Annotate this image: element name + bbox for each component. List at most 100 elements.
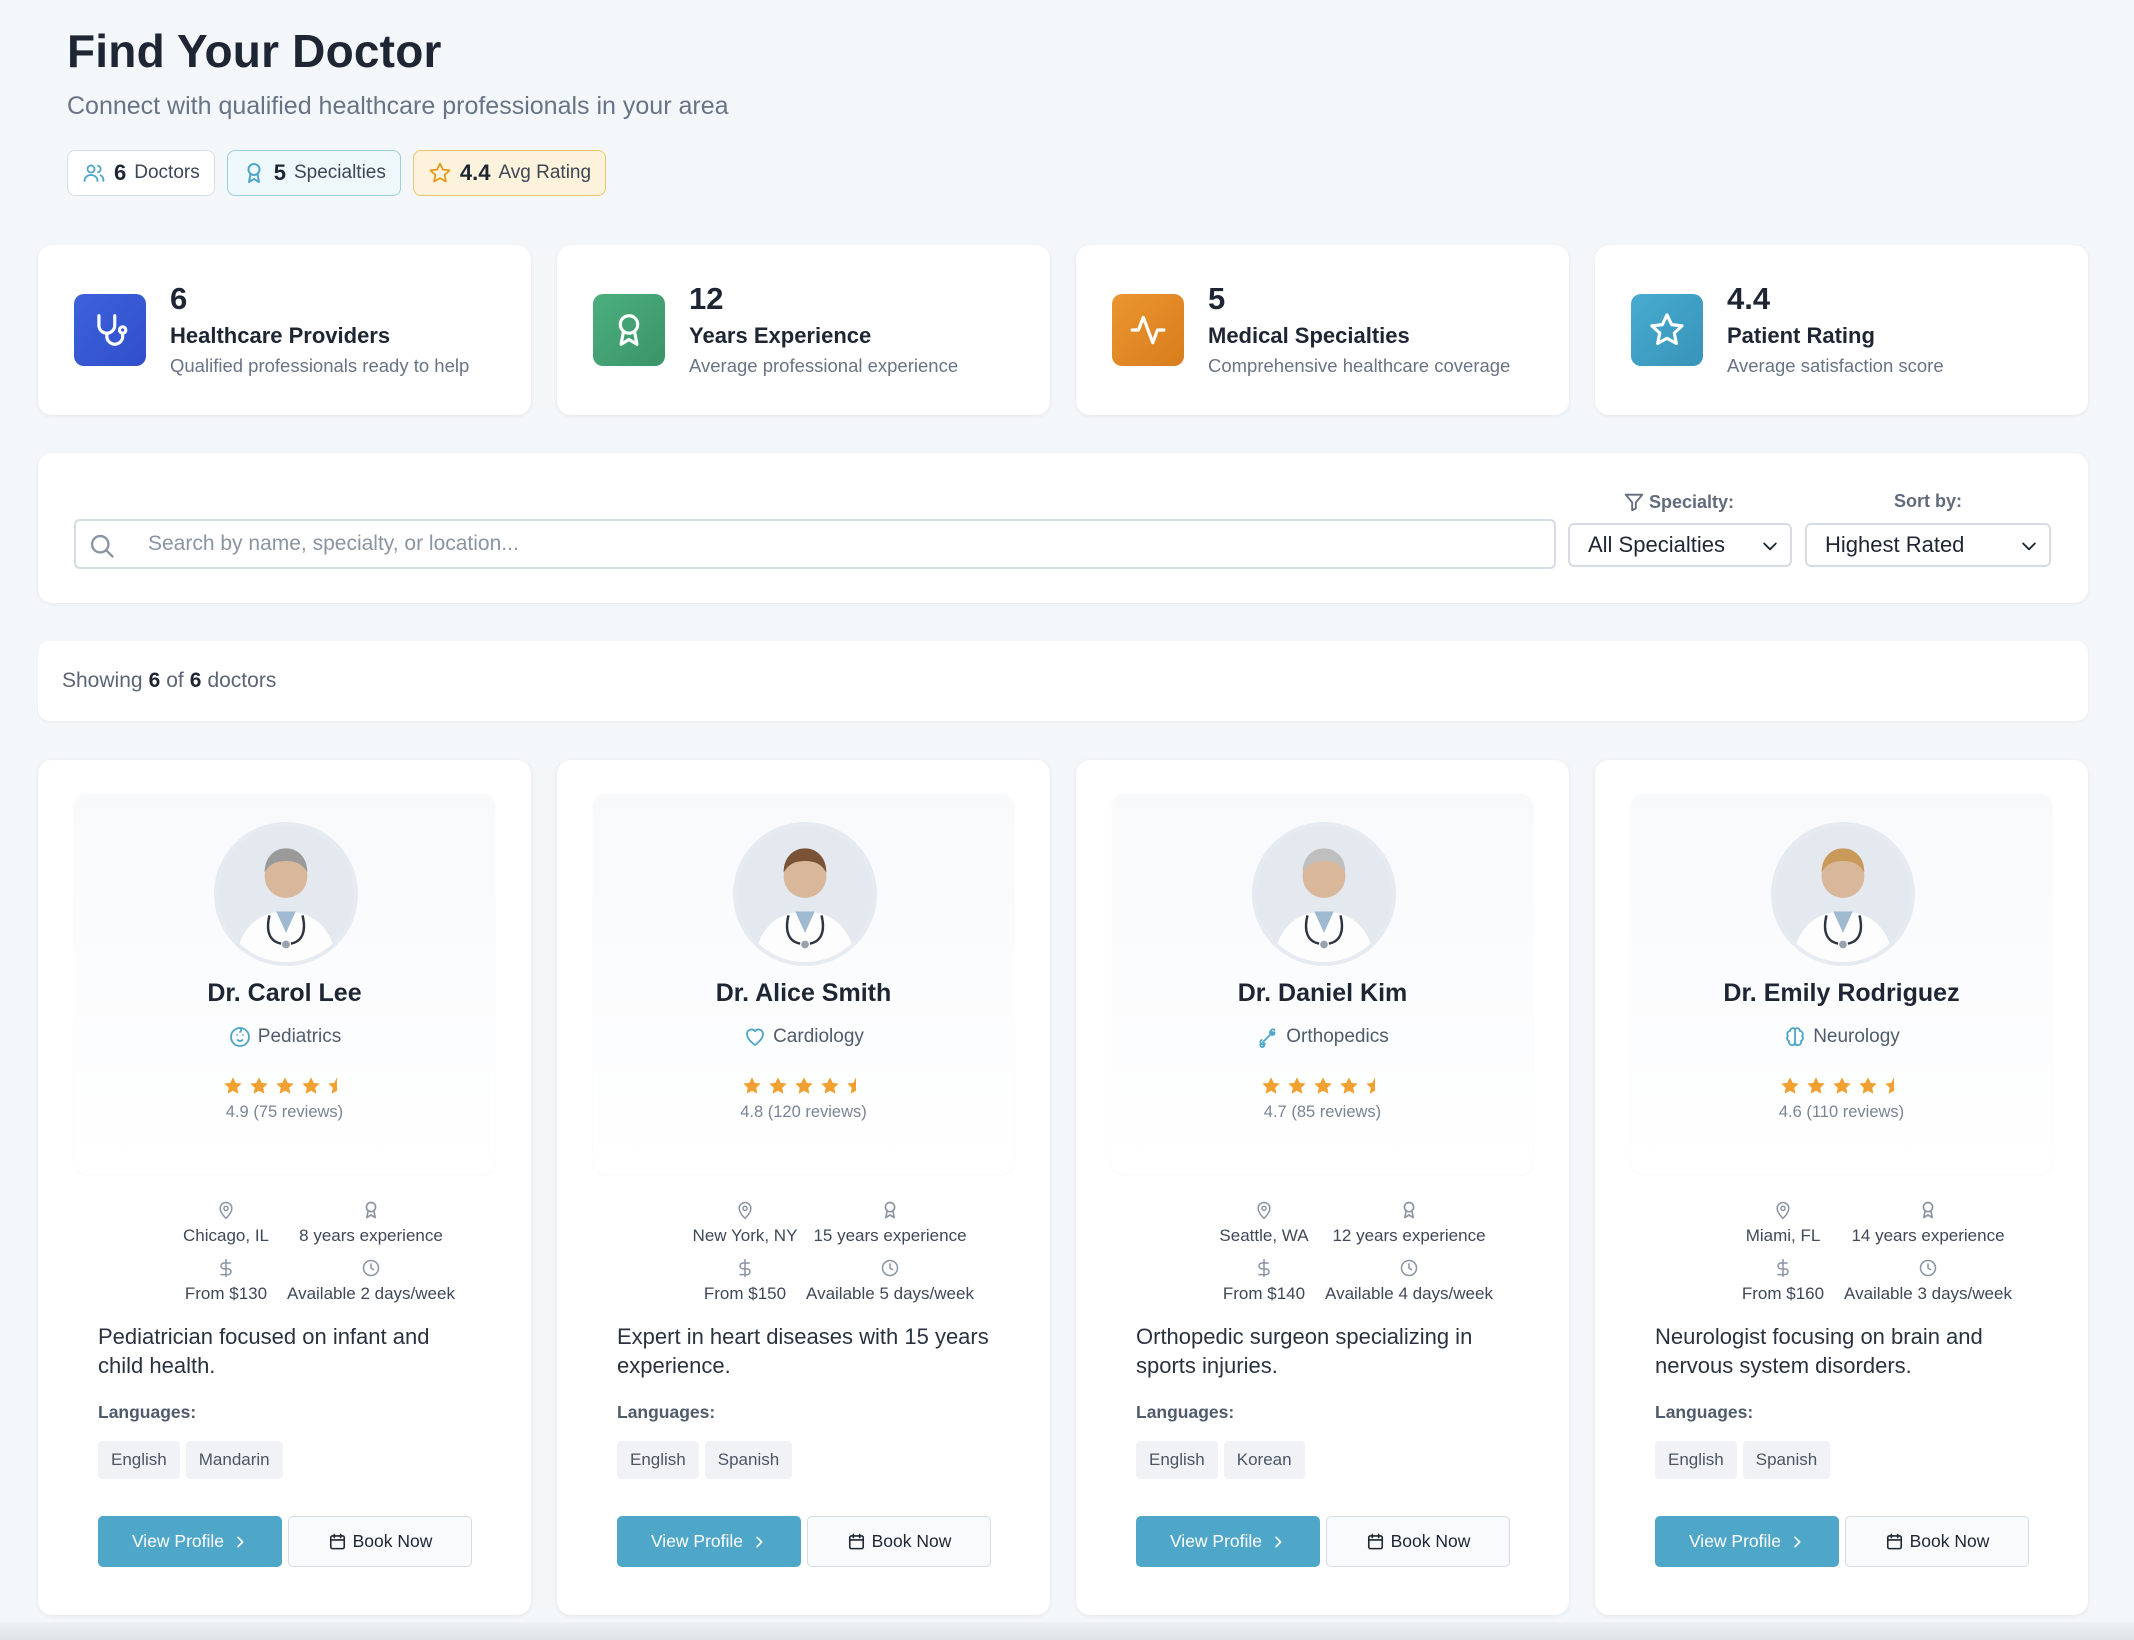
- rating-text: 4.6 (110 reviews): [1778, 1103, 1905, 1121]
- chevron-down-icon: [1760, 536, 1780, 556]
- doctor-photo: [1256, 826, 1392, 962]
- doctor-specialty: Neurology: [1595, 1025, 2088, 1049]
- chevron-right-icon: [751, 1534, 767, 1550]
- users-icon: [83, 164, 105, 182]
- book-now-button[interactable]: Book Now: [1845, 1516, 2029, 1567]
- doctor-specialty: Pediatrics: [38, 1025, 531, 1049]
- rating-text: 4.8 (120 reviews): [740, 1103, 867, 1121]
- sort-select-value: Highest Rated: [1825, 532, 1965, 557]
- view-profile-button[interactable]: View Profile: [617, 1516, 801, 1567]
- stethoscope-icon: [97, 314, 128, 346]
- doctor-avatar: [733, 822, 877, 966]
- star-icon: [1779, 1075, 1801, 1097]
- stat-card-experience: 12 Years Experience Average professional…: [557, 245, 1050, 415]
- book-now-button[interactable]: Book Now: [1326, 1516, 1510, 1567]
- languages-label: Languages:: [1655, 1402, 1754, 1422]
- dollar-icon: [216, 1258, 236, 1278]
- doctor-card: Dr. Carol Lee Pediatrics 4.9 (75 reviews…: [38, 760, 531, 1615]
- specialty-select[interactable]: All Specialties: [1568, 523, 1792, 567]
- sort-label: Sort by:: [1894, 491, 1963, 511]
- calendar-icon: [328, 1532, 347, 1551]
- view-profile-button[interactable]: View Profile: [98, 1516, 282, 1567]
- stat-desc: Average satisfaction score: [1727, 355, 1944, 376]
- stat-label: Healthcare Providers: [170, 323, 391, 348]
- chevron-right-icon: [1789, 1534, 1805, 1550]
- view-profile-button[interactable]: View Profile: [1655, 1516, 1839, 1567]
- stats-row: 6 Healthcare Providers Qualified profess…: [38, 245, 2088, 415]
- star-icon: [819, 1075, 841, 1097]
- book-now-button[interactable]: Book Now: [807, 1516, 991, 1567]
- heart-icon: [746, 1028, 764, 1046]
- languages-label: Languages:: [98, 1402, 197, 1422]
- search-box[interactable]: [74, 519, 1556, 569]
- clock-icon: [1399, 1258, 1419, 1278]
- star-half-icon: [326, 1075, 348, 1097]
- doctor-description: Neurologist focusing on brain and nervou…: [1655, 1324, 1983, 1378]
- doctor-avatar: [1252, 822, 1396, 966]
- stat-label: Medical Specialties: [1208, 323, 1410, 348]
- star-icon: [300, 1075, 322, 1097]
- book-now-button[interactable]: Book Now: [288, 1516, 472, 1567]
- baby-icon: [229, 1027, 250, 1047]
- doctor-experience: 14 years experience: [1833, 1200, 2023, 1246]
- doctor-specialty: Cardiology: [557, 1025, 1050, 1049]
- doctor-description: Orthopedic surgeon specializing in sport…: [1136, 1324, 1473, 1378]
- language-tag: English: [1655, 1441, 1737, 1479]
- doctor-experience: 12 years experience: [1314, 1200, 1504, 1246]
- award-icon: [242, 161, 266, 185]
- doctor-photo: [1775, 826, 1911, 962]
- specialty-filter-label: Specialty:: [1623, 491, 1734, 513]
- doctor-specialty: Orthopedics: [1076, 1025, 1569, 1049]
- languages-list: English Spanish: [1655, 1441, 1831, 1479]
- doctor-name: Dr. Carol Lee: [207, 979, 362, 1007]
- language-tag: Korean: [1223, 1441, 1305, 1479]
- doctor-description: Pediatrician focused on infant and child…: [98, 1324, 430, 1378]
- doctor-avatar: [214, 822, 358, 966]
- language-tag: Spanish: [704, 1441, 793, 1479]
- language-tag: English: [98, 1441, 180, 1479]
- star-icon: [1338, 1075, 1360, 1097]
- results-summary: Showing 6 of 6 doctors: [38, 641, 2088, 721]
- dollar-icon: [1773, 1258, 1793, 1278]
- languages-label: Languages:: [1136, 1402, 1235, 1422]
- award-icon: [880, 1200, 900, 1220]
- stat-value: 4.4: [1727, 281, 1771, 316]
- search-panel: Specialty: All Specialties Sort by: High…: [38, 453, 2088, 603]
- map-pin-icon: [216, 1200, 236, 1220]
- stat-value: 6: [170, 281, 188, 316]
- brain-icon: [1786, 1027, 1805, 1047]
- star-half-icon: [1883, 1075, 1905, 1097]
- page-subtitle: Connect with qualified healthcare profes…: [67, 92, 729, 120]
- star-icon: [1857, 1075, 1879, 1097]
- doctor-card: Dr. Alice Smith Cardiology 4.8 (120 revi…: [557, 760, 1050, 1615]
- map-pin-icon: [735, 1200, 755, 1220]
- languages-list: English Mandarin: [98, 1441, 283, 1479]
- language-tag: English: [617, 1441, 699, 1479]
- doctor-availability: Available 3 days/week: [1833, 1258, 2023, 1304]
- star-icon: [793, 1075, 815, 1097]
- doctor-card: Dr. Daniel Kim Orthopedics 4.7 (85 revie…: [1076, 760, 1569, 1615]
- bottom-edge: [0, 1622, 2134, 1640]
- summary-pills: 6 Doctors 5 Specialties 4.4 Avg Rating: [67, 150, 607, 196]
- calendar-icon: [1885, 1532, 1904, 1551]
- star-icon: [1650, 313, 1684, 346]
- stat-label: Patient Rating: [1727, 323, 1875, 348]
- star-half-icon: [1364, 1075, 1386, 1097]
- calendar-icon: [847, 1532, 866, 1551]
- sort-select[interactable]: Highest Rated: [1805, 523, 2051, 567]
- star-icon: [274, 1075, 296, 1097]
- view-profile-button[interactable]: View Profile: [1136, 1516, 1320, 1567]
- dollar-icon: [735, 1258, 755, 1278]
- stat-label: Years Experience: [689, 323, 872, 348]
- dollar-icon: [1254, 1258, 1274, 1278]
- rating-text: 4.9 (75 reviews): [225, 1103, 344, 1121]
- languages-list: English Korean: [1136, 1441, 1305, 1479]
- doctor-photo: [218, 826, 354, 962]
- chevron-down-icon: [2019, 536, 2039, 556]
- stat-card-providers: 6 Healthcare Providers Qualified profess…: [38, 245, 531, 415]
- doctor-availability: Available 5 days/week: [795, 1258, 985, 1304]
- rating-stars: [38, 1075, 531, 1097]
- star-icon: [1286, 1075, 1308, 1097]
- filter-icon: [1624, 493, 1644, 512]
- search-input[interactable]: [76, 521, 1554, 567]
